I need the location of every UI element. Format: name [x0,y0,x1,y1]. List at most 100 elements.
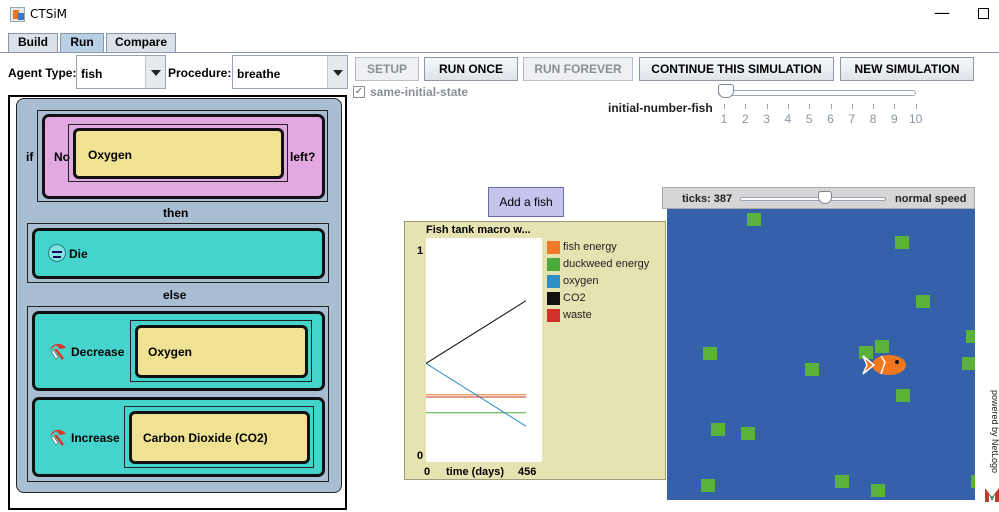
window-title: CTSiM [30,7,68,21]
slider-tick-label: 8 [869,112,877,126]
slider-tick-mark [766,104,768,109]
legend-swatch [547,292,560,305]
increase-icon [50,429,66,446]
increase-target: Carbon Dioxide (CO2) [143,431,268,445]
minimize-button[interactable]: — [930,2,954,26]
decrease-target: Oxygen [148,345,193,359]
slider-tick-mark [745,104,747,109]
add-fish-button[interactable]: Add a fish [488,187,564,217]
legend-swatch [547,258,560,271]
y-min-label: 0 [417,450,424,462]
condition-value: Oxygen [88,148,133,162]
then-label: then [163,206,189,220]
duckweed-patch [711,423,725,436]
series-line-co2 [426,300,527,364]
title-bar [0,0,999,30]
plot-title: Fish tank macro w... [426,224,531,236]
legend-entry: oxygen [563,275,599,287]
slider-tick-mark [873,104,875,109]
x-axis-label: time (days) [446,466,505,478]
legend-swatch [547,309,560,322]
tab-compare[interactable]: Compare [106,33,176,52]
slider-tick-mark [809,104,811,109]
speed-slider[interactable] [740,197,886,201]
duckweed-patch [703,347,717,360]
if-label: if [26,150,34,164]
slider-thumb[interactable] [718,84,734,98]
procedure-label: Procedure: [168,66,232,80]
world-view[interactable] [667,209,975,500]
powered-by-label: powered by NetLogo [990,390,999,474]
duckweed-patch [747,213,761,226]
slider-tick-label: 5 [805,112,813,126]
run-forever-button[interactable]: RUN FOREVER [523,57,633,81]
duckweed-patch [701,479,715,492]
chevron-down-icon[interactable] [145,56,165,88]
legend-swatch [547,241,560,254]
app-icon [10,7,25,22]
legend-entry: CO2 [563,292,586,304]
plot-area [426,238,542,462]
tab-run[interactable]: Run [60,33,104,52]
duckweed-patch [895,236,909,249]
die-label: Die [69,247,88,261]
speed-label: normal speed [895,193,967,205]
duckweed-patch [962,357,975,370]
duckweed-patch [835,475,849,488]
same-initial-state-checkbox[interactable]: ✓ [353,86,365,98]
slider-tick-mark [830,104,832,109]
ticks-counter: ticks: 387 [682,193,733,205]
agent-type-select[interactable]: fish [76,55,166,89]
initial-number-fish-slider[interactable] [718,90,916,96]
decrease-label: Decrease [71,345,125,359]
slider-tick-label: 10 [909,112,923,126]
same-initial-state-label: same-initial-state [370,85,469,99]
slider-tick-mark [724,104,725,109]
slider-tick-label: 6 [827,112,834,126]
legend-entry: fish energy [563,241,617,253]
slider-tick-mark [915,104,917,109]
y-max-label: 1 [417,245,424,257]
tab-divider [0,52,999,53]
slider-tick-label: 1 [720,112,728,126]
legend-entry: duckweed energy [563,258,650,270]
decrease-icon [50,343,66,360]
initial-number-fish-label: initial-number-fish [608,101,713,115]
agent-type-value: fish [81,67,103,81]
run-once-button[interactable]: RUN ONCE [424,57,518,81]
duckweed-patch [896,389,910,402]
duckweed-patch [741,427,755,440]
fish-agent[interactable] [857,350,909,380]
new-simulation-button[interactable]: NEW SIMULATION [840,57,974,81]
duckweed-patch [916,295,930,308]
procedure-select[interactable]: breathe [232,55,348,89]
tab-build[interactable]: Build [8,33,58,52]
setup-button[interactable]: SETUP [355,57,419,81]
slider-tick-label: 2 [741,112,749,126]
agent-type-label: Agent Type: [8,66,77,80]
x-max-label: 456 [518,466,537,478]
condition-suffix: left? [290,150,316,164]
continue-simulation-button[interactable]: CONTINUE THIS SIMULATION [639,57,834,81]
die-icon [48,244,66,262]
duckweed-patch [971,475,975,488]
increase-label: Increase [71,431,120,445]
netlogo-logo [985,488,999,502]
legend-swatch [547,275,560,288]
duckweed-patch [966,330,975,343]
x-min-label: 0 [424,466,431,478]
maximize-button[interactable] [978,8,989,19]
duckweed-patch [871,484,885,497]
speed-slider-thumb[interactable] [817,191,832,204]
chevron-down-icon[interactable] [327,56,347,88]
slider-tick-label: 9 [891,112,898,126]
slider-tick-label: 3 [763,112,770,126]
slider-tick-mark [787,104,789,109]
slider-tick-label: 4 [784,112,792,126]
else-label: else [163,288,187,302]
duckweed-patch [805,363,819,376]
procedure-value: breathe [237,67,281,81]
slider-tick-mark [894,104,896,109]
slider-tick-label: 7 [848,112,856,126]
slider-tick-mark [851,104,853,109]
